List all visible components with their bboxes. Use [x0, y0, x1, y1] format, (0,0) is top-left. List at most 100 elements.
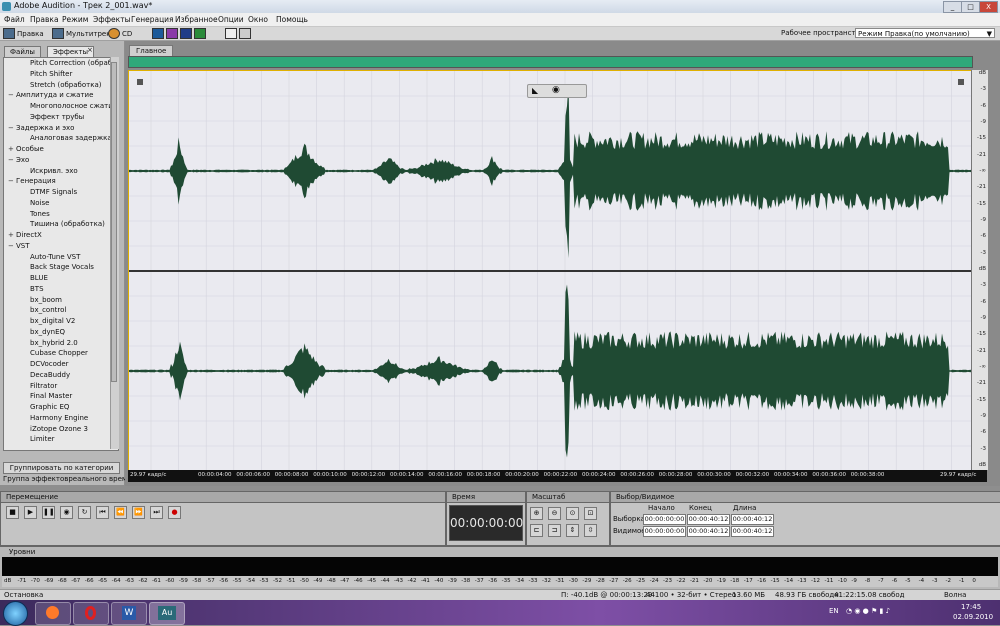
tree-item[interactable]: Noise — [4, 198, 49, 209]
clock-date[interactable]: 02.09.2010 — [953, 613, 993, 621]
visible-length-field[interactable]: 00:00:40:12 — [731, 526, 774, 537]
tree-item[interactable]: BTS — [4, 284, 44, 295]
tree-item[interactable]: DTMF Signals — [4, 187, 77, 198]
opera-task[interactable] — [73, 602, 109, 625]
tree-category[interactable]: Эхо — [4, 155, 29, 166]
tree-item[interactable]: Pitch Correction (обработ — [4, 58, 118, 69]
tree-category[interactable]: Генерация — [4, 176, 56, 187]
tree-scrollbar-thumb[interactable] — [111, 62, 117, 382]
edit-view-button[interactable]: Правка — [3, 28, 44, 39]
volume-knob-icon[interactable]: ◉ — [552, 85, 560, 95]
record-button[interactable]: ● — [168, 506, 181, 519]
stop-button[interactable]: ■ — [6, 506, 19, 519]
fade-handle-icon[interactable] — [137, 79, 143, 85]
tree-item[interactable]: bx_digital V2 — [4, 316, 75, 327]
menu-effects[interactable]: Эффекты — [93, 15, 131, 24]
phase-display-icon[interactable] — [194, 28, 206, 39]
pause-button[interactable]: ❚❚ — [42, 506, 55, 519]
zoom-full-icon[interactable]: ⊙ — [566, 507, 579, 520]
loop-button[interactable]: ↻ — [78, 506, 91, 519]
tool-buttons[interactable] — [225, 28, 251, 39]
close-button[interactable]: X — [979, 1, 998, 13]
tree-item[interactable]: Back Stage Vocals — [4, 262, 94, 273]
display-mode-buttons[interactable] — [152, 28, 206, 39]
tree-item[interactable]: Pitch Shifter — [4, 69, 72, 80]
waveform-display[interactable] — [128, 70, 973, 472]
tree-item[interactable]: Harmony Engine — [4, 413, 88, 424]
language-indicator[interactable]: EN — [829, 607, 839, 615]
media-player-task[interactable] — [35, 602, 71, 625]
visible-start-field[interactable]: 00:00:00:00 — [643, 526, 686, 537]
tree-item[interactable]: bx_control — [4, 305, 66, 316]
goto-end-button[interactable]: ⏭ — [150, 506, 163, 519]
multitrack-view-button[interactable]: Мультитрек — [52, 28, 110, 39]
tree-item[interactable]: Limiter — [4, 434, 55, 445]
workspace-select[interactable]: Режим Правка(по умолчанию) ▼ — [855, 28, 995, 38]
menu-file[interactable]: Файл — [4, 15, 25, 24]
tree-item[interactable]: bx_boom — [4, 295, 62, 306]
tray-icons[interactable]: ◔ ◉ ● ⚑ ▮ ♪ — [846, 607, 890, 615]
tree-category[interactable]: Задержка и эхо — [4, 123, 74, 134]
zoom-out-horizontal-icon[interactable]: ⊖ — [548, 507, 561, 520]
tree-item[interactable]: bx_dynEQ — [4, 327, 65, 338]
menu-favorites[interactable]: Избранное — [175, 15, 218, 24]
tree-item[interactable]: BLUE — [4, 273, 48, 284]
fade-handle-icon[interactable] — [958, 79, 964, 85]
waveform-display-icon[interactable] — [152, 28, 164, 39]
tree-item[interactable]: Stretch (обработка) — [4, 80, 101, 91]
tree-item[interactable]: Аналоговая задержка — [4, 133, 112, 144]
tree-item[interactable]: Многополосное сжатие — [4, 101, 117, 112]
tree-category[interactable]: Амплитуда и сжатие — [4, 90, 93, 101]
tree-item[interactable]: Cubase Chopper — [4, 348, 88, 359]
menu-view[interactable]: Режим — [62, 15, 88, 24]
tree-item[interactable]: iZotope Ozone 3 — [4, 424, 88, 435]
tree-item[interactable]: DecaBuddy — [4, 370, 70, 381]
tree-item[interactable]: Final Master — [4, 391, 72, 402]
rewind-button[interactable]: ⏪ — [114, 506, 127, 519]
tree-item[interactable]: Auto-Tune VST — [4, 252, 80, 263]
start-button[interactable] — [3, 601, 28, 626]
goto-start-button[interactable]: ⏮ — [96, 506, 109, 519]
selection-length-field[interactable]: 00:00:40:12 — [731, 514, 774, 525]
cd-view-button[interactable]: CD — [108, 28, 132, 39]
menu-help[interactable]: Помощь — [276, 15, 308, 24]
tree-item[interactable]: Искривл. эхо — [4, 166, 78, 177]
group-by-category-button[interactable]: Группировать по категории — [3, 462, 120, 474]
zoom-selection-icon[interactable]: ⊡ — [584, 507, 597, 520]
audition-task[interactable]: Au — [149, 602, 185, 625]
maximize-button[interactable]: □ — [961, 1, 980, 13]
menu-edit[interactable]: Правка — [30, 15, 59, 24]
tree-category[interactable]: VST — [4, 241, 30, 252]
zoom-right-icon[interactable]: ⊐ — [548, 524, 561, 537]
zoom-in-vertical-icon[interactable]: ⇕ — [566, 524, 579, 537]
tree-item[interactable]: DCVocoder — [4, 359, 69, 370]
minimize-button[interactable]: _ — [943, 1, 962, 13]
tree-item[interactable]: Graphic EQ — [4, 402, 69, 413]
time-selection-tool-icon[interactable] — [225, 28, 237, 39]
selection-end-field[interactable]: 00:00:40:12 — [687, 514, 730, 525]
play-to-end-button[interactable]: ◉ — [60, 506, 73, 519]
word-task[interactable]: W — [111, 602, 147, 625]
tree-category[interactable]: DirectX — [4, 230, 42, 241]
volume-hud[interactable]: ◣ ◉ — [527, 84, 587, 98]
menu-options[interactable]: Опции — [218, 15, 244, 24]
tree-item[interactable]: Tones — [4, 209, 50, 220]
zoom-in-horizontal-icon[interactable]: ⊕ — [530, 507, 543, 520]
fast-forward-button[interactable]: ⏩ — [132, 506, 145, 519]
clock-time[interactable]: 17:45 — [961, 603, 981, 611]
overview-bar[interactable] — [128, 56, 973, 68]
menu-window[interactable]: Окно — [248, 15, 268, 24]
spectral-display-icon[interactable] — [166, 28, 178, 39]
tree-item[interactable]: Тишина (обработка) — [4, 219, 105, 230]
play-button[interactable]: ▶ — [24, 506, 37, 519]
tree-item[interactable]: Эффект трубы — [4, 112, 84, 123]
menu-generate[interactable]: Генерация — [131, 15, 174, 24]
selection-start-field[interactable]: 00:00:00:00 — [643, 514, 686, 525]
tree-item[interactable]: bx_hybrid 2.0 — [4, 338, 78, 349]
zoom-left-icon[interactable]: ⊏ — [530, 524, 543, 537]
tree-category[interactable]: Особые — [4, 144, 44, 155]
hand-tool-icon[interactable] — [239, 28, 251, 39]
close-tab-icon[interactable]: × — [87, 46, 93, 54]
tree-item[interactable]: Filtrator — [4, 381, 57, 392]
visible-end-field[interactable]: 00:00:40:12 — [687, 526, 730, 537]
